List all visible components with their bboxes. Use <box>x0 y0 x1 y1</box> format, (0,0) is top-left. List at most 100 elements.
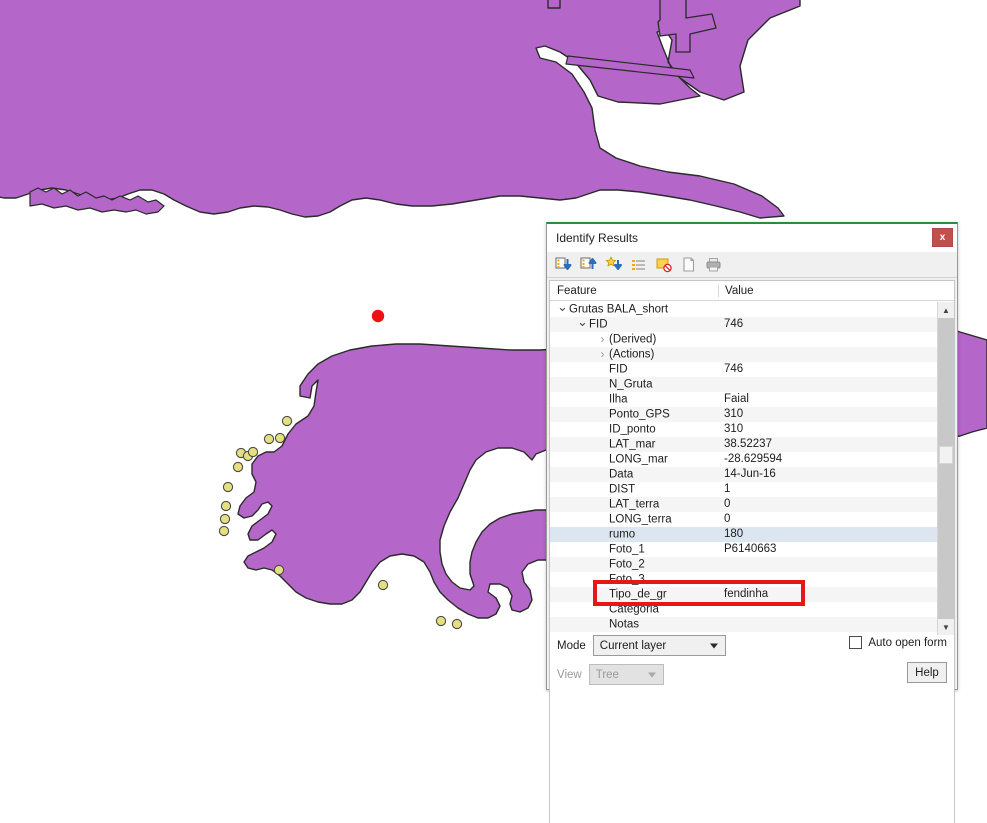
view-row: View Tree <box>557 664 664 685</box>
tree-row[interactable]: ⌄Grutas BALA_short <box>550 302 938 317</box>
tree-row[interactable]: Ilha Faial <box>550 392 938 407</box>
tree-row[interactable]: FID 746 <box>550 362 938 377</box>
tree-row-value: 0 <box>724 498 731 510</box>
map-point-feature[interactable] <box>273 564 285 576</box>
scrollbar-thumb[interactable] <box>939 446 953 464</box>
tree-row[interactable]: LONG_mar -28.629594 <box>550 452 938 467</box>
tree-row-label: Foto_2 <box>550 557 718 573</box>
map-point-feature[interactable] <box>274 432 286 444</box>
tree-row-label-text: rumo <box>609 528 636 541</box>
tree-row-label-text: LAT_mar <box>609 438 656 451</box>
tree-row-value: 0 <box>724 513 731 525</box>
checkbox-icon[interactable] <box>849 636 863 649</box>
copy-feature-icon[interactable] <box>678 254 699 275</box>
map-point-feature[interactable] <box>435 615 447 627</box>
map-point-feature[interactable] <box>377 579 389 591</box>
tree-row-value: fendinha <box>724 588 769 600</box>
tree-row-label: N_Gruta <box>550 377 718 393</box>
tree-row-value: 746 <box>724 363 744 375</box>
tree-row-value: 14-Jun-16 <box>724 468 776 480</box>
auto-open-form-checkbox[interactable]: Auto open form <box>849 636 947 649</box>
tree-row-value: -28.629594 <box>724 453 783 465</box>
column-header-feature[interactable]: Feature <box>550 285 718 297</box>
tree-row[interactable]: rumo 180 <box>550 527 938 542</box>
tree-row-label: › (Derived) <box>550 332 718 348</box>
tree-row-label-text: FID <box>589 318 608 331</box>
map-point-feature[interactable] <box>218 525 230 537</box>
collapse-all-icon[interactable] <box>578 254 599 275</box>
clear-results-icon[interactable] <box>653 254 674 275</box>
identified-point-marker[interactable] <box>371 309 385 323</box>
map-point-feature[interactable] <box>220 500 232 512</box>
expand-new-icon[interactable] <box>553 254 574 275</box>
map-point-feature[interactable] <box>451 618 463 630</box>
tree-vertical-scrollbar[interactable]: ▲ ▼ <box>937 302 954 635</box>
map-point-feature[interactable] <box>263 433 275 445</box>
mode-select[interactable]: Current layer <box>592 635 726 656</box>
tree-row[interactable]: › (Derived) <box>550 332 938 347</box>
map-point-feature[interactable] <box>232 461 244 473</box>
chevron-right-icon[interactable]: › <box>596 347 609 362</box>
tree-row-label: Ponto_GPS <box>550 407 718 423</box>
tree-row[interactable]: ID_ponto 310 <box>550 422 938 437</box>
tree-row[interactable]: ⌄FID 746 <box>550 317 938 332</box>
tree-row[interactable]: › (Actions) <box>550 347 938 362</box>
chevron-down-icon[interactable]: ⌄ <box>576 317 589 329</box>
tree-row-value: 310 <box>724 423 744 435</box>
tree-row[interactable]: Foto_3 <box>550 572 938 587</box>
tree-row-label-text: DIST <box>609 483 636 496</box>
chevron-right-icon[interactable]: › <box>596 332 609 347</box>
tree-row[interactable]: Foto_1 P6140663 <box>550 542 938 557</box>
tree-row-label: LAT_mar <box>550 437 718 453</box>
tree-row[interactable]: DIST 1 <box>550 482 938 497</box>
tree-row-label: Foto_1 <box>550 542 718 558</box>
tree-row[interactable]: LONG_terra 0 <box>550 512 938 527</box>
tree-row[interactable]: LAT_terra 0 <box>550 497 938 512</box>
tree-row-value: 310 <box>724 408 744 420</box>
tree-row-label-text: LAT_terra <box>609 498 660 511</box>
tree-row[interactable]: N_Gruta <box>550 377 938 392</box>
identified-feature-marker <box>371 309 385 323</box>
chevron-down-icon[interactable]: ⌄ <box>556 302 569 314</box>
auto-open-form-label: Auto open form <box>868 636 947 649</box>
tree-row-value: Faial <box>724 393 749 405</box>
tree-row-value: 38.52237 <box>724 438 772 450</box>
close-icon[interactable]: x <box>932 228 953 247</box>
tree-rows: ⌄Grutas BALA_short ⌄FID 746 › (Derived) › (Act… <box>550 302 938 635</box>
tree-row-label-text: Ponto_GPS <box>609 408 670 421</box>
tree-row[interactable]: LAT_mar 38.52237 <box>550 437 938 452</box>
tree-row[interactable]: Foto_2 <box>550 557 938 572</box>
tree-row[interactable]: Ponto_GPS 310 <box>550 407 938 422</box>
tree-row-label-text: LONG_mar <box>609 453 668 466</box>
mode-row: Mode Current layer <box>557 635 726 656</box>
map-point-feature[interactable] <box>247 446 259 458</box>
tree-row[interactable]: Categoria <box>550 602 938 617</box>
view-options-icon[interactable] <box>628 254 649 275</box>
map-point-feature[interactable] <box>281 415 293 427</box>
results-tree[interactable]: Feature Value ⌄Grutas BALA_short ⌄FID 746 ›… <box>549 280 955 823</box>
tree-row[interactable]: Tipo_de_gr fendinha <box>550 587 938 602</box>
scrollbar-track[interactable] <box>938 318 954 619</box>
qgis-screen: Identify Results x Feature Value ⌄Grutas… <box>0 0 987 823</box>
print-icon[interactable] <box>703 254 724 275</box>
help-button[interactable]: Help <box>907 662 947 683</box>
column-header-value[interactable]: Value <box>718 284 954 297</box>
map-point-feature[interactable] <box>222 481 234 493</box>
dialog-titlebar[interactable]: Identify Results x <box>547 224 957 252</box>
tree-row[interactable]: Data 14-Jun-16 <box>550 467 938 482</box>
tree-row-label: FID <box>550 362 718 378</box>
tree-row-label-text: Foto_3 <box>609 573 645 586</box>
scroll-up-icon[interactable]: ▲ <box>938 302 954 318</box>
map-point-feature[interactable] <box>219 513 231 525</box>
expand-all-icon[interactable] <box>603 254 624 275</box>
tree-row-label: ID_ponto <box>550 422 718 438</box>
tree-row-label-text: ID_ponto <box>609 423 656 436</box>
tree-row-label-text: N_Gruta <box>609 378 653 391</box>
tree-row-label: ⌄Grutas BALA_short <box>550 302 718 317</box>
dialog-title: Identify Results <box>556 231 639 245</box>
